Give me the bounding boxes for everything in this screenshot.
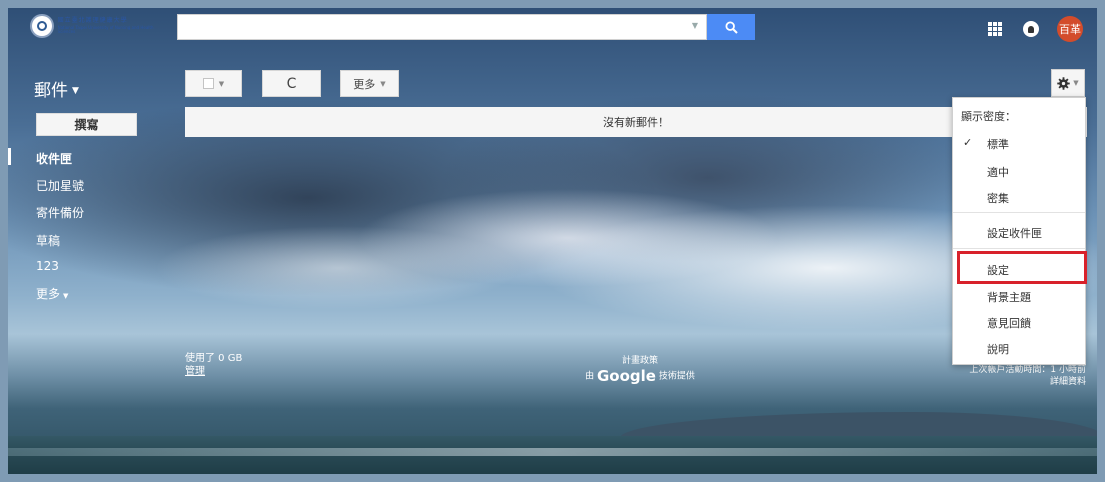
sidebar-item-more[interactable]: 更多 ▼ <box>36 285 68 302</box>
logo-name-zh: 國立臺北護理健康大學 <box>57 17 128 24</box>
settings-button[interactable]: ▼ <box>1051 69 1085 97</box>
notifications-bell-icon[interactable] <box>1023 21 1039 37</box>
refresh-button[interactable]: C <box>262 70 321 97</box>
university-logo[interactable]: 國立臺北護理健康大學 National Taipei University of… <box>30 13 170 39</box>
chevron-down-icon: ▼ <box>218 79 225 88</box>
more-actions-label: 更多 <box>353 77 376 91</box>
sidebar-item-starred[interactable]: 已加星號 <box>36 177 84 194</box>
menu-item-feedback[interactable]: 意見回饋 <box>987 315 1031 331</box>
chevron-down-icon: ▼ <box>1073 79 1079 87</box>
menu-item-density-default[interactable]: 標準 <box>987 136 1009 152</box>
search-box[interactable]: ▼ <box>177 14 707 40</box>
checkmark-icon: ✓ <box>963 136 973 149</box>
search-icon <box>724 20 738 34</box>
settings-dropdown-menu: 顯示密度： ✓ 標準 適中 密集 設定收件匣 設定 背景主題 意見回饋 說明 <box>952 97 1086 365</box>
sidebar-item-drafts[interactable]: 草稿 <box>36 232 60 249</box>
search-options-dropdown-icon[interactable]: ▼ <box>692 21 698 30</box>
manage-storage-link[interactable]: 管理 <box>185 365 242 378</box>
chevron-down-icon: ▼ <box>380 79 386 88</box>
refresh-icon: C <box>286 75 297 92</box>
account-activity: 上次帳戶活動時間：1 小時前 詳細資料 <box>969 364 1086 388</box>
background-theme-image <box>8 8 1097 474</box>
storage-info: 使用了 0 GB 管理 <box>185 352 242 378</box>
search-input[interactable] <box>184 16 688 40</box>
sidebar-item-sent[interactable]: 寄件備份 <box>36 204 84 221</box>
settings-highlight-box <box>957 251 1087 284</box>
background-island <box>620 412 1097 438</box>
terms-link[interactable]: 計畫政策 <box>580 353 700 366</box>
compose-button[interactable]: 撰寫 <box>36 113 137 136</box>
sidebar-item-inbox[interactable]: 收件匣 <box>36 150 72 167</box>
activity-details-link[interactable]: 詳細資料 <box>969 376 1086 388</box>
menu-item-themes[interactable]: 背景主題 <box>987 289 1031 305</box>
empty-inbox-message: 沒有新郵件！ <box>603 116 669 129</box>
menu-item-help[interactable]: 說明 <box>987 341 1009 357</box>
chevron-down-icon: ▼ <box>63 292 69 300</box>
menu-item-density-compact[interactable]: 密集 <box>987 190 1009 206</box>
menu-divider <box>953 212 1085 213</box>
mail-menu-button[interactable]: 郵件 ▼ <box>34 76 79 101</box>
active-nav-indicator <box>8 148 11 165</box>
select-checkbox[interactable] <box>202 78 214 89</box>
mail-menu-label: 郵件 <box>34 81 68 101</box>
last-activity-text: 上次帳戶活動時間：1 小時前 <box>969 365 1086 375</box>
storage-used: 使用了 0 GB <box>185 353 243 364</box>
logo-text: 國立臺北護理健康大學 National Taipei University of… <box>58 18 170 34</box>
logo-name-en: National Taipei University of Nursing an… <box>57 25 154 34</box>
apps-grid-icon[interactable] <box>988 22 1002 36</box>
more-actions-button[interactable]: 更多 ▼ <box>340 70 399 97</box>
gear-icon <box>1057 76 1071 90</box>
chevron-down-icon: ▼ <box>72 86 79 96</box>
menu-item-configure-inbox[interactable]: 設定收件匣 <box>987 225 1042 241</box>
search-button[interactable] <box>707 14 755 40</box>
powered-suffix: 技術提供 <box>658 371 695 382</box>
powered-by: 由 Google 技術提供 <box>580 367 700 385</box>
account-avatar[interactable]: 百革 <box>1057 16 1083 42</box>
menu-divider <box>953 248 1085 249</box>
menu-item-density-comfortable[interactable]: 適中 <box>987 164 1009 180</box>
background-sea-highlight <box>8 448 1097 456</box>
sidebar-more-label: 更多 <box>36 287 61 301</box>
logo-emblem-icon <box>30 14 54 38</box>
select-all-button[interactable]: ▼ <box>185 70 242 97</box>
density-heading: 顯示密度： <box>961 110 1016 123</box>
footer-terms: 計畫政策 由 Google 技術提供 <box>580 353 700 385</box>
sidebar-item-label-123[interactable]: 123 <box>36 259 59 273</box>
powered-prefix: 由 <box>585 371 595 382</box>
google-wordmark: Google <box>597 367 656 385</box>
